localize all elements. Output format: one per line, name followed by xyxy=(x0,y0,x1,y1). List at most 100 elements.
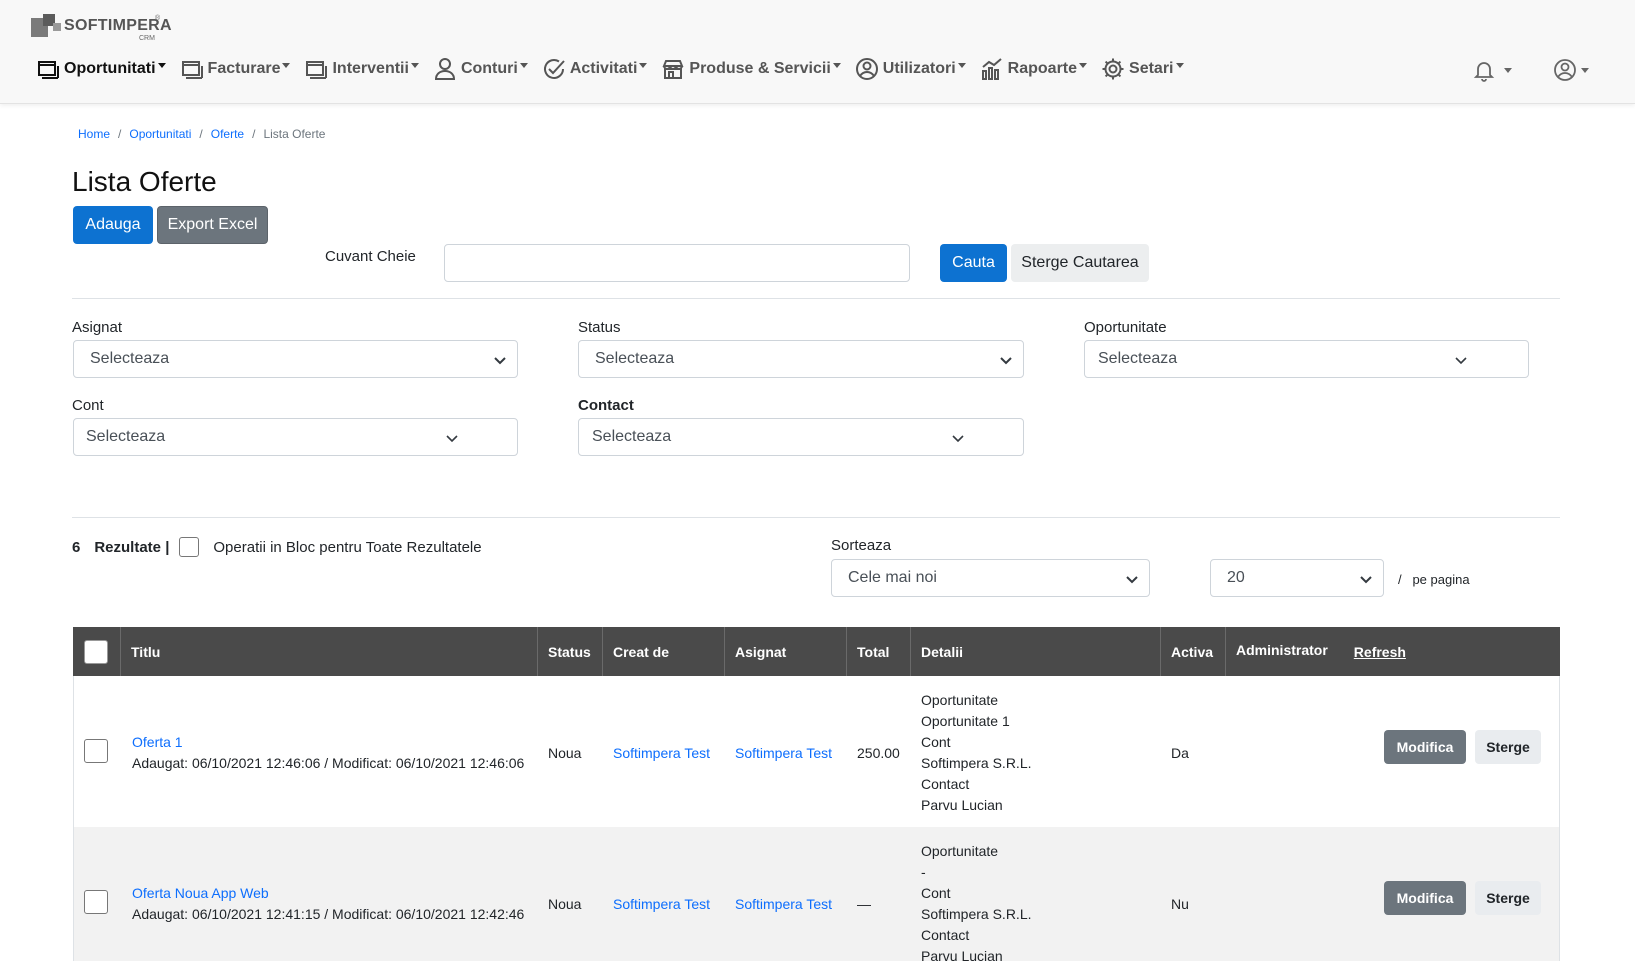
nav-label: Utilizatori xyxy=(882,60,956,77)
results-summary: 6 Rezultate | Operatii in Bloc pentru To… xyxy=(72,537,482,557)
chevron-down-icon xyxy=(494,357,506,365)
main-nav: Oportunitati Facturare Interventii Contu… xyxy=(36,54,1198,84)
offer-active: Da xyxy=(1171,745,1189,761)
offer-active: Nu xyxy=(1171,896,1189,912)
filter-asignat-select[interactable]: Selecteaza xyxy=(73,340,518,378)
window-icon xyxy=(181,61,203,79)
nav-setari[interactable]: Setari xyxy=(1101,57,1184,81)
bulk-operations-label: Operatii in Bloc pentru Toate Rezultatel… xyxy=(213,538,482,556)
bulk-operations-checkbox[interactable] xyxy=(179,537,200,557)
breadcrumb-home[interactable]: Home xyxy=(78,127,110,141)
refresh-link[interactable]: Refresh xyxy=(1354,644,1406,660)
header-title[interactable]: Titlu xyxy=(121,627,538,676)
bell-icon xyxy=(1473,62,1495,82)
nav-facturare[interactable]: Facturare xyxy=(180,57,291,81)
row-checkbox[interactable] xyxy=(84,890,108,914)
select-all-checkbox[interactable] xyxy=(84,639,108,664)
offer-total: — xyxy=(857,896,871,912)
table-row: Oferta Noua App Web Adaugat: 06/10/2021 … xyxy=(73,827,1560,961)
add-button[interactable]: Adauga xyxy=(73,206,153,244)
user-menu[interactable] xyxy=(1553,58,1589,82)
nav-oportunitati[interactable]: Oportunitati xyxy=(36,57,166,81)
check-circle-icon xyxy=(543,59,565,79)
detail-line: Cont xyxy=(921,885,951,901)
chevron-down-icon xyxy=(1126,576,1138,584)
created-by-link[interactable]: Softimpera Test xyxy=(613,896,710,912)
offer-status: Noua xyxy=(548,745,582,761)
notifications-menu[interactable] xyxy=(1472,58,1512,82)
edit-button[interactable]: Modifica xyxy=(1384,730,1466,764)
select-value: 20 xyxy=(1227,569,1245,586)
nav-conturi[interactable]: Conturi xyxy=(433,57,528,81)
clear-search-button[interactable]: Sterge Cautarea xyxy=(1011,244,1149,282)
select-value: Selecteaza xyxy=(1098,350,1178,367)
divider xyxy=(72,517,1560,518)
detail-line: Oportunitate xyxy=(921,843,999,859)
delete-button[interactable]: Sterge xyxy=(1475,730,1541,764)
window-icon xyxy=(306,61,328,79)
filter-cont-label: Cont xyxy=(72,397,104,414)
offer-status: Noua xyxy=(548,896,582,912)
filter-contact-select[interactable]: Selecteaza xyxy=(578,418,1024,456)
filter-contact-label: Contact xyxy=(578,397,634,414)
nav-label: Conturi xyxy=(460,60,518,77)
sort-select[interactable]: Cele mai noi xyxy=(831,559,1150,597)
row-checkbox[interactable] xyxy=(84,739,108,763)
offer-title-link[interactable]: Oferta 1 xyxy=(132,734,183,750)
edit-button[interactable]: Modifica xyxy=(1384,881,1466,915)
per-page-label: / pe pagina xyxy=(1398,572,1470,587)
detail-line: - xyxy=(921,864,926,880)
filter-cont-select[interactable]: Selecteaza xyxy=(73,418,518,456)
nav-label: Oportunitati xyxy=(64,60,156,77)
breadcrumb-separator: / xyxy=(118,127,122,141)
header-details: Detalii xyxy=(911,627,1161,676)
offer-title-link[interactable]: Oferta Noua App Web xyxy=(132,885,269,901)
assigned-link[interactable]: Softimpera Test xyxy=(735,745,832,761)
sort-label: Sorteaza xyxy=(831,537,892,554)
search-button[interactable]: Cauta xyxy=(940,244,1007,282)
select-value: Selecteaza xyxy=(592,428,672,445)
table-row: Oferta 1 Adaugat: 06/10/2021 12:46:06 / … xyxy=(73,676,1560,827)
nav-label: Activitati xyxy=(569,60,638,77)
logo-crm: CRM xyxy=(139,35,155,42)
export-excel-button[interactable]: Export Excel xyxy=(157,206,268,244)
keyword-label: Cuvant Cheie xyxy=(325,248,416,265)
nav-label: Produse & Servicii xyxy=(689,60,831,77)
detail-line: Contact xyxy=(921,927,970,943)
shop-icon xyxy=(662,60,684,79)
filter-status-label: Status xyxy=(578,319,621,336)
offer-total: 250.00 xyxy=(857,745,900,761)
header-assigned[interactable]: Asignat xyxy=(725,627,847,676)
chevron-down-icon xyxy=(446,435,458,443)
breadcrumb-current: Lista Oferte xyxy=(263,127,326,141)
header-admin: Administrator Refresh xyxy=(1226,627,1560,676)
nav-rapoarte[interactable]: Rapoarte xyxy=(980,57,1088,81)
nav-label: Setari xyxy=(1129,60,1174,77)
divider xyxy=(72,298,1560,299)
created-by-link[interactable]: Softimpera Test xyxy=(613,745,710,761)
breadcrumb-oferte[interactable]: Oferte xyxy=(211,127,244,141)
offer-meta: Adaugat: 06/10/2021 12:46:06 / Modificat… xyxy=(132,755,525,771)
keyword-input[interactable] xyxy=(444,244,910,282)
breadcrumb-oportunitati[interactable]: Oportunitati xyxy=(129,127,191,141)
nav-interventii[interactable]: Interventii xyxy=(304,57,419,81)
breadcrumb: Home / Oportunitati / Oferte / Lista Ofe… xyxy=(78,127,325,141)
nav-utilizatori[interactable]: Utilizatori xyxy=(855,57,966,81)
nav-produse-servicii[interactable]: Produse & Servicii xyxy=(661,57,841,81)
header-active[interactable]: Activa xyxy=(1161,627,1226,676)
filter-status-select[interactable]: Selecteaza xyxy=(578,340,1024,378)
header-status[interactable]: Status xyxy=(538,627,603,676)
header-total[interactable]: Total xyxy=(847,627,911,676)
softimpera-logo[interactable]: SOFTIMPERA ® CRM xyxy=(31,14,172,44)
top-navbar: SOFTIMPERA ® CRM Oportunitati Facturare … xyxy=(0,0,1635,104)
header-created-by[interactable]: Creat de xyxy=(603,627,725,676)
filter-oportunitate-select[interactable]: Selecteaza xyxy=(1084,340,1529,378)
nav-activitati[interactable]: Activitati xyxy=(542,57,648,81)
assigned-link[interactable]: Softimpera Test xyxy=(735,896,832,912)
chevron-down-icon xyxy=(952,435,964,443)
page-title: Lista Oferte xyxy=(72,166,217,197)
filter-oportunitate-label: Oportunitate xyxy=(1084,319,1167,336)
delete-button[interactable]: Sterge xyxy=(1475,881,1541,915)
per-page-select[interactable]: 20 xyxy=(1210,559,1384,597)
logo-registered: ® xyxy=(155,15,161,22)
